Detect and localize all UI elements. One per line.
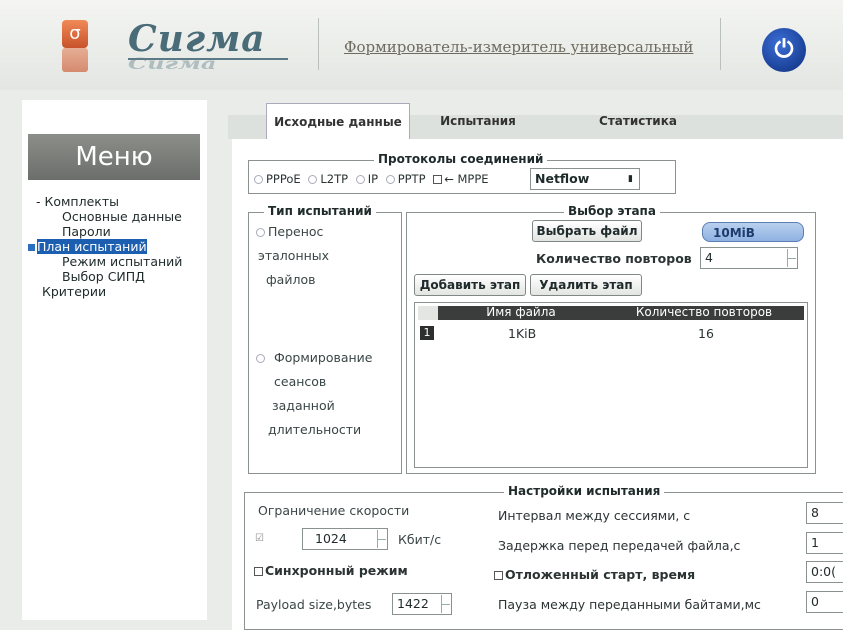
- test-type-legend: Тип испытаний: [264, 204, 376, 218]
- column-header-repeats[interactable]: Количество повторов: [604, 306, 804, 320]
- mppe-label: ← MPPE: [444, 172, 489, 186]
- menu-item-test-plan[interactable]: План испытаний: [28, 239, 182, 254]
- ip-label: IP: [367, 172, 379, 186]
- deferred-time-field[interactable]: 0:0(: [806, 561, 843, 583]
- app-title: Формирователь-измеритель универсальный: [344, 38, 694, 56]
- l2tp-label: L2TP: [320, 172, 349, 186]
- table-cell-repeats[interactable]: 16: [698, 326, 714, 341]
- protocol-options: PPPoE L2TP IP PPTP ← MPPE: [254, 172, 489, 186]
- repeats-label: Количество повторов: [536, 251, 692, 266]
- settings-legend: Настройки испытания: [504, 484, 665, 498]
- deferred-start-option[interactable]: Отложенный старт, время: [494, 567, 695, 582]
- deferred-start-checkbox[interactable]: [494, 571, 503, 580]
- protocols-legend: Протоколы соединений: [374, 152, 548, 166]
- interval-field[interactable]: 8: [806, 502, 843, 524]
- tab-source-data[interactable]: Исходные данные: [266, 103, 410, 139]
- stages-table: [414, 302, 808, 468]
- menu-item-kits[interactable]: - Комплекты: [28, 194, 182, 209]
- speed-limit-label: Ограничение скорости: [258, 503, 410, 518]
- radio-ip[interactable]: [355, 175, 365, 184]
- menu-item-sipd[interactable]: Выбор СИПД: [28, 269, 182, 284]
- choose-file-button[interactable]: Выбрать файл: [532, 220, 642, 242]
- spin-arrows-icon[interactable]: [787, 249, 796, 267]
- payload-spinbox[interactable]: 1422: [392, 593, 452, 615]
- logo-underline: [128, 58, 288, 60]
- add-stage-button[interactable]: Добавить этап: [414, 274, 526, 296]
- radio-transfer[interactable]: [256, 228, 265, 237]
- menu-item-test-mode[interactable]: Режим испытаний: [28, 254, 182, 269]
- interval-label: Интервал между сессиями, с: [498, 508, 691, 523]
- sync-mode-checkbox[interactable]: [254, 567, 263, 576]
- power-button[interactable]: ⏻: [762, 28, 806, 72]
- pptp-label: PPTP: [397, 172, 426, 186]
- menu-title: Меню: [28, 134, 200, 180]
- radio-pppoe[interactable]: [254, 175, 263, 184]
- spin-arrows-icon[interactable]: [441, 595, 450, 613]
- power-icon: ⏻: [774, 35, 794, 63]
- speed-spinbox[interactable]: 1024: [302, 528, 388, 550]
- menu-item-main-data[interactable]: Основные данные: [28, 209, 182, 224]
- radio-pptp[interactable]: [385, 175, 395, 184]
- menu-item-criteria[interactable]: Критерии: [28, 284, 182, 299]
- column-header-file[interactable]: Имя файла: [438, 306, 604, 320]
- sync-mode-option[interactable]: Синхронный режим: [254, 563, 408, 578]
- dropdown-icon: ▮: [628, 174, 633, 184]
- logo-reflection-icon: [62, 48, 88, 72]
- speed-unit-label: Кбит/с: [398, 532, 442, 547]
- repeats-spinbox[interactable]: 4: [700, 247, 798, 269]
- file-value-field[interactable]: 10MiB: [702, 222, 804, 242]
- pause-label: Пауза между переданными байтами,мс: [498, 597, 761, 612]
- menu-tree: - Комплекты Основные данные Пароли План …: [28, 194, 182, 299]
- protocol-select[interactable]: Netflow ▮: [530, 168, 640, 190]
- table-corner: [418, 306, 438, 320]
- radio-sessions[interactable]: [256, 354, 265, 363]
- table-cell-file[interactable]: 1KiB: [508, 326, 536, 341]
- menu-item-passwords[interactable]: Пароли: [28, 224, 182, 239]
- delay-field[interactable]: 1: [806, 532, 843, 554]
- pause-field[interactable]: 0: [806, 591, 843, 613]
- speed-limit-checkbox[interactable]: ☑: [255, 533, 264, 544]
- header-divider: [720, 18, 721, 70]
- remove-stage-button[interactable]: Удалить этап: [530, 274, 642, 296]
- payload-size-label: Payload size,bytes: [256, 597, 372, 612]
- expand-icon: [28, 244, 35, 251]
- table-row-number[interactable]: 1: [420, 326, 434, 340]
- delay-label: Задержка перед передачей файла,с: [498, 538, 741, 553]
- stage-legend: Выбор этапа: [564, 204, 660, 218]
- header-divider: [318, 18, 319, 70]
- pppoe-label: PPPoE: [266, 172, 301, 186]
- spin-arrows-icon[interactable]: [377, 530, 386, 548]
- mppe-checkbox[interactable]: [433, 175, 443, 184]
- logo-sigma-icon: σ: [62, 20, 88, 48]
- test-type-option-sessions[interactable]: Формирование сеансов заданной длительнос…: [256, 346, 373, 442]
- tab-tests[interactable]: Испытания: [428, 103, 528, 139]
- tab-statistics[interactable]: Статистика: [578, 103, 698, 139]
- radio-l2tp[interactable]: [308, 175, 318, 184]
- test-type-option-transfer[interactable]: Перенос эталонных файлов: [256, 220, 329, 292]
- logo-text-reflection: Сигма: [128, 54, 217, 73]
